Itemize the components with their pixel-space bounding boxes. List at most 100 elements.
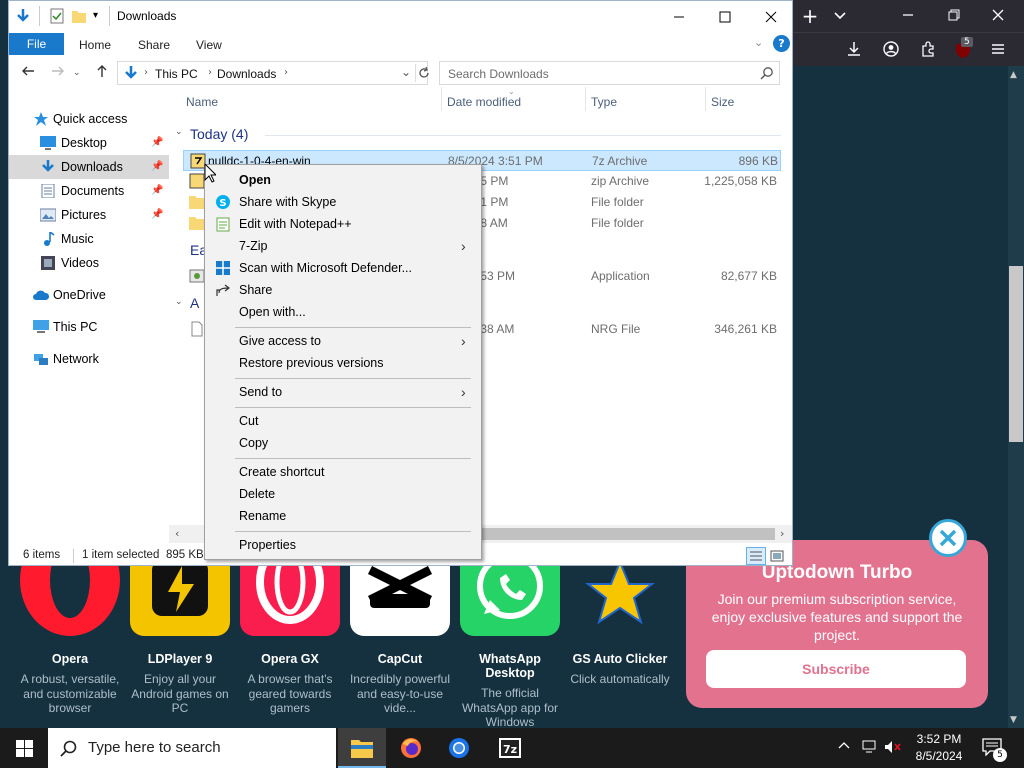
up-arrow-icon[interactable] bbox=[95, 64, 109, 78]
group-header-a[interactable]: A bbox=[190, 295, 199, 311]
sidebar-item-music[interactable]: Music bbox=[9, 227, 169, 251]
app-card-ldplayer[interactable]: LDPlayer 9 Enjoy all your Android games … bbox=[125, 560, 235, 716]
app-card-gs-auto-clicker[interactable]: GS Auto Clicker Click automatically bbox=[565, 560, 675, 687]
app-card-opera-gx[interactable]: Opera GX A browser that's geared towards… bbox=[235, 560, 345, 716]
restore-browser-button[interactable] bbox=[947, 8, 965, 22]
taskbar-7zip[interactable]: 7z bbox=[486, 728, 534, 768]
taskbar-search-box[interactable]: Type here to search bbox=[48, 728, 336, 768]
column-header-date[interactable]: Date modified bbox=[447, 95, 521, 109]
help-button[interactable]: ? bbox=[773, 35, 790, 52]
network-tray-icon[interactable] bbox=[862, 740, 878, 754]
menu-item-send-to[interactable]: Send to › bbox=[205, 381, 481, 403]
address-history-chevron-icon[interactable]: ⌄ bbox=[401, 65, 411, 79]
new-folder-quick-icon[interactable] bbox=[71, 8, 87, 24]
taskbar-file-explorer[interactable] bbox=[338, 728, 386, 768]
group-header-today[interactable]: Today (4) bbox=[190, 126, 248, 142]
properties-quick-icon[interactable] bbox=[49, 8, 65, 24]
account-icon[interactable] bbox=[883, 41, 901, 57]
large-icons-view-icon[interactable] bbox=[769, 548, 785, 564]
scroll-down-icon[interactable]: ▼ bbox=[1010, 715, 1017, 725]
customize-chevron-icon[interactable]: ▾ bbox=[93, 10, 98, 21]
menu-item-create-shortcut[interactable]: Create shortcut bbox=[205, 461, 481, 483]
menu-item-cut[interactable]: Cut bbox=[205, 410, 481, 432]
menu-item-edit-notepad[interactable]: Edit with Notepad++ bbox=[205, 213, 481, 235]
collapse-chevron-icon[interactable]: ⌄ bbox=[175, 297, 183, 307]
app-card-capcut[interactable]: CapCut Incredibly powerful and easy-to-u… bbox=[345, 560, 455, 716]
scroll-right-icon[interactable]: › bbox=[780, 527, 784, 540]
sidebar-item-pictures[interactable]: Pictures 📌 bbox=[9, 203, 169, 227]
breadcrumb-downloads[interactable]: Downloads bbox=[217, 67, 276, 81]
app-card-whatsapp[interactable]: WhatsApp Desktop The official WhatsApp a… bbox=[455, 560, 565, 730]
column-header-name[interactable]: Name bbox=[186, 95, 218, 109]
tab-view[interactable]: View bbox=[196, 38, 222, 52]
scroll-left-icon[interactable]: ‹ bbox=[175, 527, 179, 540]
menu-item-copy[interactable]: Copy bbox=[205, 432, 481, 454]
menu-item-share[interactable]: Share bbox=[205, 279, 481, 301]
breadcrumb-this-pc[interactable]: This PC bbox=[155, 67, 198, 81]
taskbar-chrome[interactable] bbox=[436, 728, 484, 768]
taskbar-firefox[interactable] bbox=[388, 728, 436, 768]
clock-date: 8/5/2024 bbox=[915, 749, 963, 763]
sidebar-item-quick-access[interactable]: Quick access bbox=[9, 107, 169, 131]
scroll-up-icon[interactable]: ▲ bbox=[1010, 70, 1017, 80]
minimize-browser-button[interactable] bbox=[901, 8, 919, 22]
show-hidden-icons-chevron-icon[interactable] bbox=[838, 740, 850, 752]
sidebar-item-desktop[interactable]: Desktop 📌 bbox=[9, 131, 169, 155]
horizontal-scrollbar-thumb[interactable] bbox=[479, 528, 775, 540]
tab-home[interactable]: Home bbox=[79, 38, 111, 52]
menu-item-open[interactable]: Open bbox=[205, 169, 481, 191]
minimize-button[interactable] bbox=[656, 1, 702, 32]
forward-arrow-icon[interactable] bbox=[51, 64, 65, 78]
close-button[interactable] bbox=[748, 1, 792, 32]
page-scrollbar-thumb[interactable] bbox=[1009, 266, 1023, 442]
start-button[interactable] bbox=[0, 728, 48, 768]
breadcrumb-chevron-icon[interactable]: › bbox=[208, 67, 212, 78]
maximize-button[interactable] bbox=[702, 1, 748, 32]
sidebar-item-documents[interactable]: Documents 📌 bbox=[9, 179, 169, 203]
search-field[interactable]: Search Downloads bbox=[439, 61, 780, 85]
new-tab-button[interactable]: + bbox=[801, 6, 819, 26]
tab-share[interactable]: Share bbox=[138, 38, 170, 52]
subscribe-button[interactable]: Subscribe bbox=[706, 650, 966, 688]
sidebar-item-network[interactable]: Network bbox=[9, 347, 169, 371]
close-browser-button[interactable] bbox=[991, 8, 1009, 22]
refresh-icon[interactable] bbox=[418, 66, 430, 80]
sidebar-item-onedrive[interactable]: OneDrive bbox=[9, 283, 169, 307]
menu-icon[interactable] bbox=[990, 41, 1008, 57]
sidebar-item-this-pc[interactable]: This PC bbox=[9, 315, 169, 339]
details-view-icon[interactable] bbox=[746, 547, 766, 565]
menu-item-7zip[interactable]: 7-Zip › bbox=[205, 235, 481, 257]
downloads-icon[interactable] bbox=[846, 41, 864, 57]
sidebar-item-downloads[interactable]: Downloads 📌 bbox=[9, 155, 169, 179]
expand-ribbon-chevron-icon[interactable]: ⌄ bbox=[754, 36, 763, 49]
clock[interactable]: 3:52 PM 8/5/2024 bbox=[908, 731, 970, 765]
back-arrow-icon[interactable] bbox=[21, 64, 35, 78]
column-header-type[interactable]: Type bbox=[591, 95, 617, 109]
menu-item-scan-defender[interactable]: Scan with Microsoft Defender... bbox=[205, 257, 481, 279]
tab-file[interactable]: File bbox=[9, 33, 64, 55]
column-header-size[interactable]: Size bbox=[711, 95, 734, 109]
sidebar-item-videos[interactable]: Videos bbox=[9, 251, 169, 275]
breadcrumb-chevron-icon[interactable]: › bbox=[144, 67, 148, 78]
collapse-chevron-icon[interactable]: ⌄ bbox=[175, 127, 183, 137]
menu-item-share-skype[interactable]: S Share with Skype bbox=[205, 191, 481, 213]
volume-muted-icon[interactable] bbox=[884, 740, 902, 754]
extensions-icon[interactable] bbox=[920, 41, 938, 57]
breadcrumb-chevron-icon[interactable]: › bbox=[284, 67, 288, 78]
menu-item-delete[interactable]: Delete bbox=[205, 483, 481, 505]
share-icon bbox=[215, 282, 231, 298]
blank-file-icon bbox=[189, 321, 205, 337]
menu-item-open-with[interactable]: Open with... bbox=[205, 301, 481, 323]
address-bar[interactable]: › This PC › Downloads › ⌄ bbox=[117, 61, 430, 85]
menu-item-label: Share with Skype bbox=[239, 195, 337, 209]
menu-item-properties[interactable]: Properties bbox=[205, 534, 481, 556]
app-card-opera[interactable]: Opera A robust, versatile, and customiza… bbox=[15, 560, 125, 716]
selection-count: 1 item selected bbox=[82, 549, 160, 561]
menu-item-restore-versions[interactable]: Restore previous versions bbox=[205, 352, 481, 374]
close-promo-button[interactable] bbox=[929, 519, 967, 557]
recent-locations-chevron-icon[interactable]: ⌄ bbox=[73, 68, 81, 78]
menu-item-give-access[interactable]: Give access to › bbox=[205, 330, 481, 352]
tab-list-chevron-icon[interactable] bbox=[833, 8, 851, 22]
file-type: File folder bbox=[591, 216, 644, 230]
menu-item-rename[interactable]: Rename bbox=[205, 505, 481, 527]
